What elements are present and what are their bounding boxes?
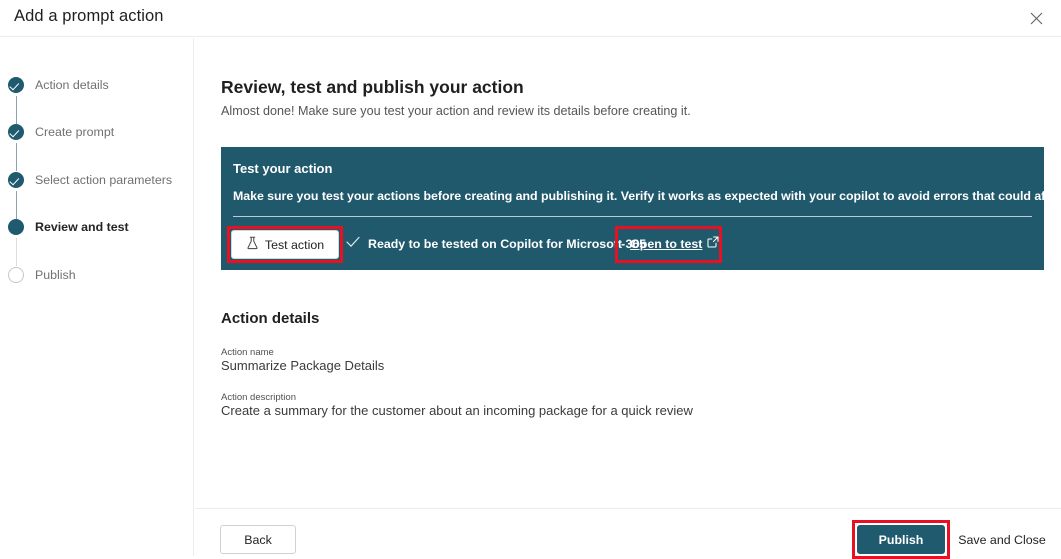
sidebar-step-review-and-test[interactable]: Review and test	[8, 218, 129, 236]
step-complete-icon	[8, 124, 24, 140]
close-icon	[1030, 12, 1043, 25]
open-in-new-icon[interactable]	[707, 235, 719, 253]
beaker-icon	[246, 236, 259, 253]
test-action-label: Test action	[265, 238, 324, 252]
page-subtitle: Almost done! Make sure you test your act…	[221, 104, 691, 118]
sidebar-step-label: Review and test	[35, 220, 129, 234]
save-and-close-button[interactable]: Save and Close	[952, 525, 1052, 554]
publish-button[interactable]: Publish	[857, 525, 945, 554]
checkmark-icon	[346, 235, 360, 253]
link-separator: -	[621, 237, 625, 251]
dialog-title: Add a prompt action	[14, 7, 164, 26]
sidebar-step-create-prompt[interactable]: Create prompt	[8, 123, 114, 141]
sidebar-step-label: Select action parameters	[35, 173, 172, 187]
open-to-test-link[interactable]: Open to test	[630, 237, 702, 251]
step-connector	[16, 238, 17, 266]
wizard-sidebar: Action details Create prompt Select acti…	[0, 38, 194, 556]
close-button[interactable]	[1021, 4, 1051, 32]
action-name-value: Summarize Package Details	[221, 358, 384, 373]
banner-divider	[233, 216, 1032, 217]
step-current-icon	[8, 219, 24, 235]
banner-description: Make sure you test your actions before c…	[233, 189, 1061, 203]
step-connector	[16, 96, 17, 124]
banner-title: Test your action	[233, 161, 332, 176]
main-content-pane: Review, test and publish your action Alm…	[195, 38, 1061, 508]
sidebar-step-label: Publish	[35, 268, 76, 282]
step-complete-icon	[8, 77, 24, 93]
step-connector	[16, 191, 17, 219]
action-description-value: Create a summary for the customer about …	[221, 403, 693, 418]
sidebar-step-select-action-parameters[interactable]: Select action parameters	[8, 171, 172, 189]
test-action-button[interactable]: Test action	[231, 230, 339, 259]
test-your-action-banner: Test your action Make sure you test your…	[221, 147, 1044, 270]
sidebar-step-label: Create prompt	[35, 125, 114, 139]
sidebar-step-publish[interactable]: Publish	[8, 266, 76, 284]
action-details-heading: Action details	[221, 310, 319, 327]
dialog-header: Add a prompt action	[0, 0, 1061, 37]
back-button[interactable]: Back	[220, 525, 296, 554]
dialog-footer: Back Publish Save and Close	[195, 508, 1061, 556]
step-connector	[16, 143, 17, 171]
open-to-test-group: - Open to test	[621, 235, 719, 253]
action-description-label: Action description	[221, 392, 296, 403]
page-title: Review, test and publish your action	[221, 77, 524, 98]
ready-status-row: Ready to be tested on Copilot for Micros…	[346, 235, 646, 253]
sidebar-step-action-details[interactable]: Action details	[8, 76, 109, 94]
step-complete-icon	[8, 172, 24, 188]
ready-status-text: Ready to be tested on Copilot for Micros…	[368, 237, 646, 251]
action-name-label: Action name	[221, 347, 274, 358]
sidebar-step-label: Action details	[35, 78, 109, 92]
step-pending-icon	[8, 267, 24, 283]
